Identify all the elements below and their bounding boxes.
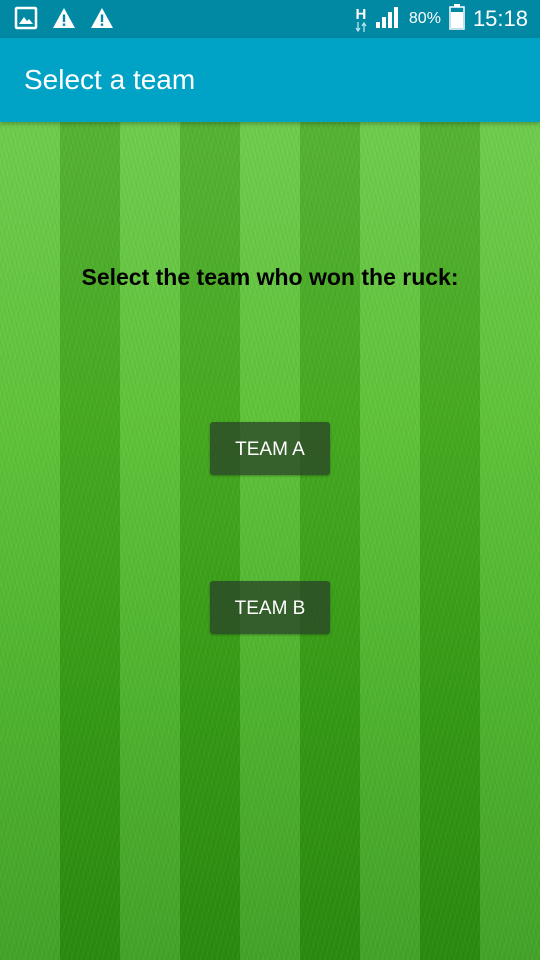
clock: 15:18 [472, 6, 528, 31]
team-b-button[interactable]: TEAM B [210, 581, 330, 634]
notification-icons [14, 6, 114, 35]
team-a-button[interactable]: TEAM A [210, 422, 330, 475]
battery-percent: 80% [408, 10, 441, 27]
warning-icon [90, 6, 114, 35]
network-type-icon: H [355, 7, 367, 32]
warning-icon [52, 6, 76, 35]
app-screen: H 80% 15:18 Select a team Select the tea… [0, 0, 540, 960]
team-select-prompt: Select the team who won the ruck: [81, 264, 459, 290]
battery-icon [449, 3, 465, 35]
app-bar: Select a team [0, 38, 540, 122]
page-title: Select a team [24, 64, 196, 95]
grass-background: Select the team who won the ruck: TEAM A… [0, 122, 540, 960]
image-icon [14, 6, 38, 35]
system-status: H 80% 15:18 [355, 3, 528, 35]
signal-strength-icon [375, 5, 401, 34]
grass-texture [0, 122, 540, 960]
status-bar: H 80% 15:18 [0, 0, 540, 38]
